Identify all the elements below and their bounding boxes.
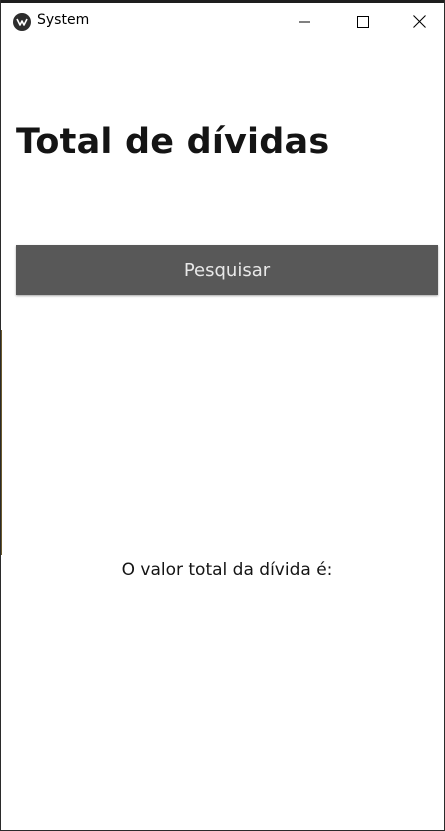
window-title: System [37,12,90,28]
app-logo-icon [13,13,31,31]
maximize-icon [357,15,369,28]
close-button[interactable] [392,3,444,40]
search-button[interactable]: Pesquisar [16,245,438,295]
window-edge-accent [1,330,2,555]
minimize-button[interactable] [276,3,334,40]
minimize-icon [299,21,310,22]
total-debt-label: O valor total da dívida é: [121,560,333,580]
maximize-button[interactable] [334,3,392,40]
close-icon [412,15,426,28]
titlebar[interactable]: System [1,3,444,40]
page-title: Total de dívidas [16,122,330,162]
app-window: System Total de dívidas Pesquisar O valo… [0,0,445,831]
